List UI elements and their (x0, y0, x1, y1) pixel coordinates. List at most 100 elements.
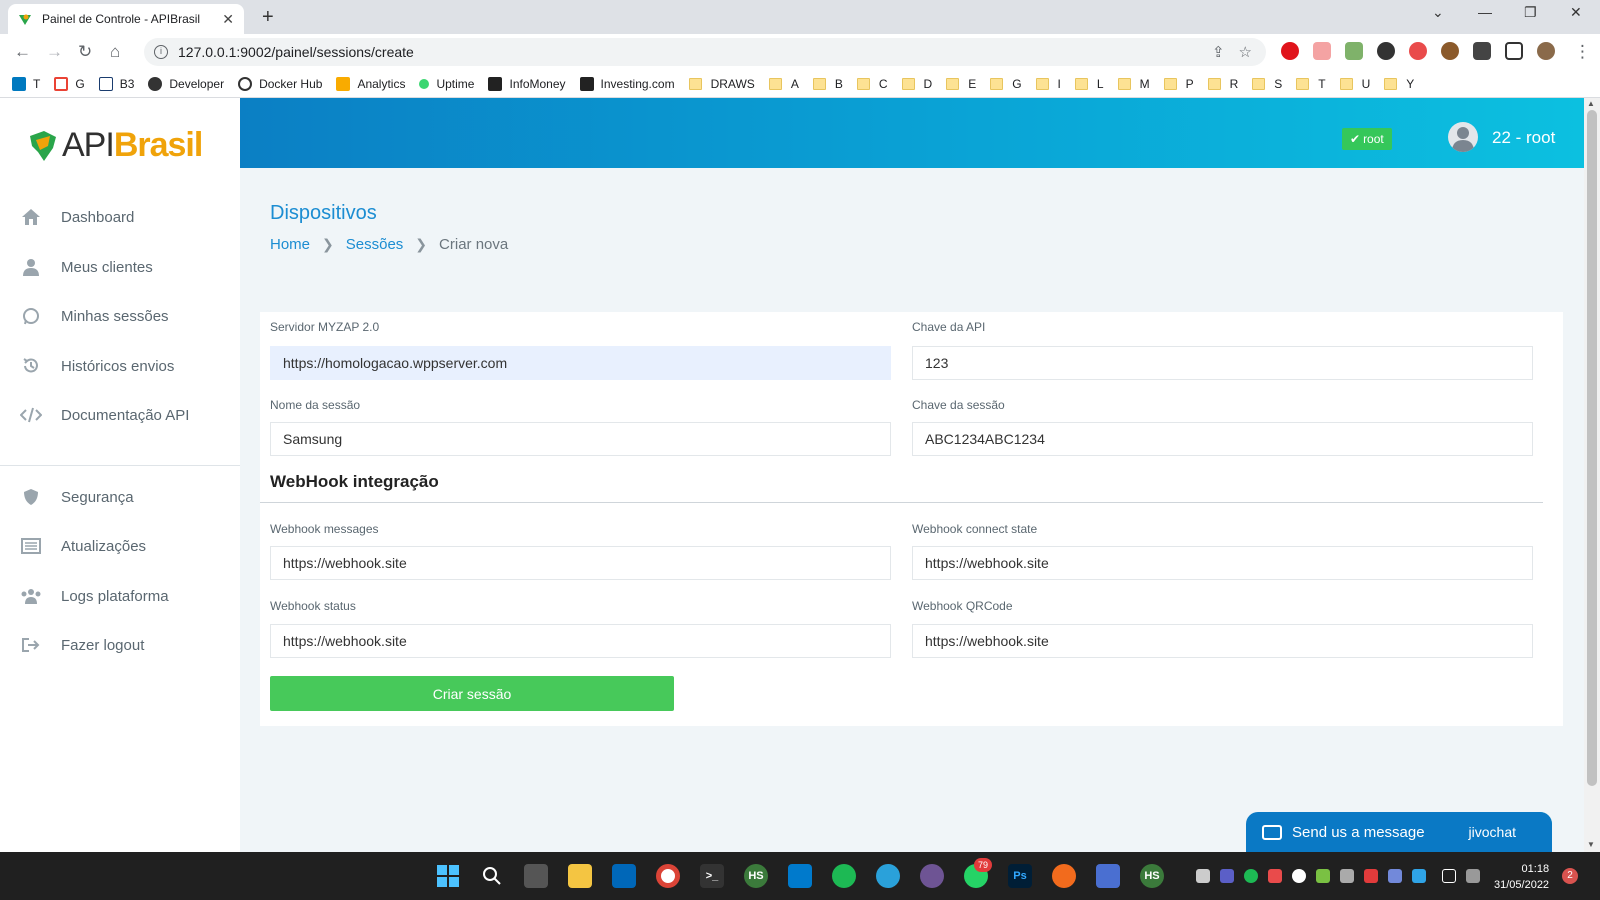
menu-kebab-icon[interactable]: ⋮ (1574, 42, 1591, 62)
server-select[interactable]: https://homologacao.wppserver.com (270, 346, 891, 380)
bookmark-folder[interactable]: E (946, 77, 976, 91)
bookmark-folder[interactable]: L (1074, 77, 1104, 91)
brand-logo[interactable]: API Brasil (26, 126, 203, 165)
tab-search-icon[interactable]: ⌄ (1432, 4, 1444, 21)
github-icon[interactable] (920, 864, 944, 888)
bookmark-item[interactable]: G (54, 76, 85, 91)
extension-icon[interactable] (1377, 42, 1395, 60)
site-info-icon[interactable]: i (154, 45, 168, 59)
telegram-icon[interactable] (876, 864, 900, 888)
forward-icon[interactable]: → (46, 42, 63, 62)
bookmark-folder[interactable]: D (901, 77, 932, 91)
opera-extension-icon[interactable] (1281, 42, 1299, 60)
restore-icon[interactable]: ❐ (1524, 4, 1537, 21)
cookie-extension-icon[interactable] (1441, 42, 1459, 60)
bookmark-item[interactable]: InfoMoney (488, 76, 566, 91)
bookmark-item[interactable]: Analytics (336, 76, 405, 91)
bookmark-folder[interactable]: S (1252, 77, 1282, 91)
bookmark-folder[interactable]: U (1339, 77, 1370, 91)
tray-icon[interactable] (1268, 869, 1282, 883)
side-panel-icon[interactable] (1505, 42, 1523, 60)
chrome-icon[interactable] (656, 864, 680, 888)
close-window-icon[interactable]: ✕ (1570, 4, 1582, 21)
bookmark-folder[interactable]: T (1296, 77, 1326, 91)
extension-icon[interactable] (1345, 42, 1363, 60)
puzzle-icon[interactable] (1473, 42, 1491, 60)
network-icon[interactable] (1442, 869, 1456, 883)
sidebar-item-sessions[interactable]: Minhas sessões (20, 305, 169, 327)
bookmark-item[interactable]: Uptime (419, 77, 474, 91)
breadcrumb-sessions-link[interactable]: Sessões (346, 236, 404, 253)
bookmark-item[interactable]: Investing.com (579, 76, 675, 91)
network-app-icon[interactable] (1096, 864, 1120, 888)
vscode-icon[interactable] (788, 864, 812, 888)
extension-icon[interactable] (1409, 42, 1427, 60)
profile-avatar-icon[interactable] (1537, 42, 1555, 60)
webhook-messages-input[interactable]: https://webhook.site (270, 546, 891, 580)
reload-icon[interactable]: ↻ (78, 42, 92, 62)
session-name-input[interactable]: Samsung (270, 422, 891, 456)
sidebar-item-dashboard[interactable]: Dashboard (20, 206, 134, 228)
create-session-button[interactable]: Criar sessão (270, 676, 674, 711)
postman-icon[interactable] (1052, 864, 1076, 888)
store-icon[interactable] (612, 864, 636, 888)
scroll-down-icon[interactable]: ▼ (1587, 840, 1595, 849)
bookmark-item[interactable]: Docker Hub (238, 76, 322, 91)
back-icon[interactable]: ← (14, 42, 31, 62)
sidebar-item-logs[interactable]: Logs plataforma (20, 585, 169, 607)
discord-tray-icon[interactable] (1388, 869, 1402, 883)
bookmark-folder[interactable]: P (1163, 77, 1194, 91)
task-view-icon[interactable] (524, 864, 548, 888)
scroll-up-icon[interactable]: ▲ (1587, 99, 1595, 108)
volume-icon[interactable] (1466, 869, 1480, 883)
new-tab-icon[interactable]: + (262, 6, 274, 29)
file-explorer-icon[interactable] (568, 864, 592, 888)
notification-count-badge[interactable]: 2 (1562, 868, 1578, 884)
webhook-connect-input[interactable]: https://webhook.site (912, 546, 1533, 580)
bookmark-folder[interactable]: I (1035, 77, 1061, 91)
avatar[interactable] (1448, 122, 1478, 152)
bookmark-item[interactable]: T (12, 76, 40, 91)
close-tab-icon[interactable]: ✕ (222, 11, 234, 28)
tray-icon[interactable] (1292, 869, 1306, 883)
tray-icon[interactable] (1196, 869, 1210, 883)
sidebar-item-api-docs[interactable]: Documentação API (20, 404, 189, 426)
spotify-icon[interactable] (832, 864, 856, 888)
bookmark-star-icon[interactable]: ☆ (1239, 43, 1252, 61)
spotify-tray-icon[interactable] (1244, 869, 1258, 883)
breadcrumb-home-link[interactable]: Home (270, 236, 310, 253)
page-scrollbar[interactable]: ▲ ▼ (1584, 98, 1600, 852)
home-icon[interactable]: ⌂ (110, 42, 120, 62)
bookmark-folder[interactable]: A (768, 77, 799, 91)
bookmark-folder[interactable]: C (856, 77, 888, 91)
sidebar-item-logout[interactable]: Fazer logout (20, 634, 144, 656)
scrollbar-thumb[interactable] (1587, 110, 1597, 786)
sidebar-item-clients[interactable]: Meus clientes (20, 256, 153, 278)
bookmark-folder[interactable]: B (812, 77, 843, 91)
tray-icon[interactable] (1364, 869, 1378, 883)
docker-tray-icon[interactable] (1340, 869, 1354, 883)
hs-app-icon[interactable]: HS (744, 864, 768, 888)
bookmark-folder[interactable]: DRAWS (688, 77, 755, 91)
user-name[interactable]: 22 - root (1492, 128, 1555, 148)
bookmark-folder[interactable]: M (1117, 77, 1150, 91)
hs-app-icon[interactable]: HS (1140, 864, 1164, 888)
sidebar-item-updates[interactable]: Atualizações (20, 535, 146, 557)
sidebar-item-history[interactable]: Históricos envios (20, 355, 174, 377)
bookmark-item[interactable]: Developer (148, 76, 224, 91)
search-icon[interactable] (480, 864, 504, 888)
bookmark-folder[interactable]: G (990, 77, 1022, 91)
sidebar-item-security[interactable]: Segurança (20, 486, 134, 508)
tray-icon[interactable] (1412, 869, 1426, 883)
tray-icon[interactable] (1316, 869, 1330, 883)
address-bar[interactable]: i 127.0.0.1:9002/painel/sessions/create … (144, 38, 1266, 66)
bookmark-item[interactable]: B3 (98, 76, 134, 91)
terminal-icon[interactable]: >_ (700, 864, 724, 888)
bookmark-folder[interactable]: R (1207, 77, 1238, 91)
teams-tray-icon[interactable] (1220, 869, 1234, 883)
browser-tab[interactable]: Painel de Controle - APIBrasil ✕ (8, 4, 244, 34)
api-key-input[interactable]: 123 (912, 346, 1533, 380)
windows-start-icon[interactable] (436, 864, 460, 888)
session-key-input[interactable]: ABC1234ABC1234 (912, 422, 1533, 456)
webhook-status-input[interactable]: https://webhook.site (270, 624, 891, 658)
